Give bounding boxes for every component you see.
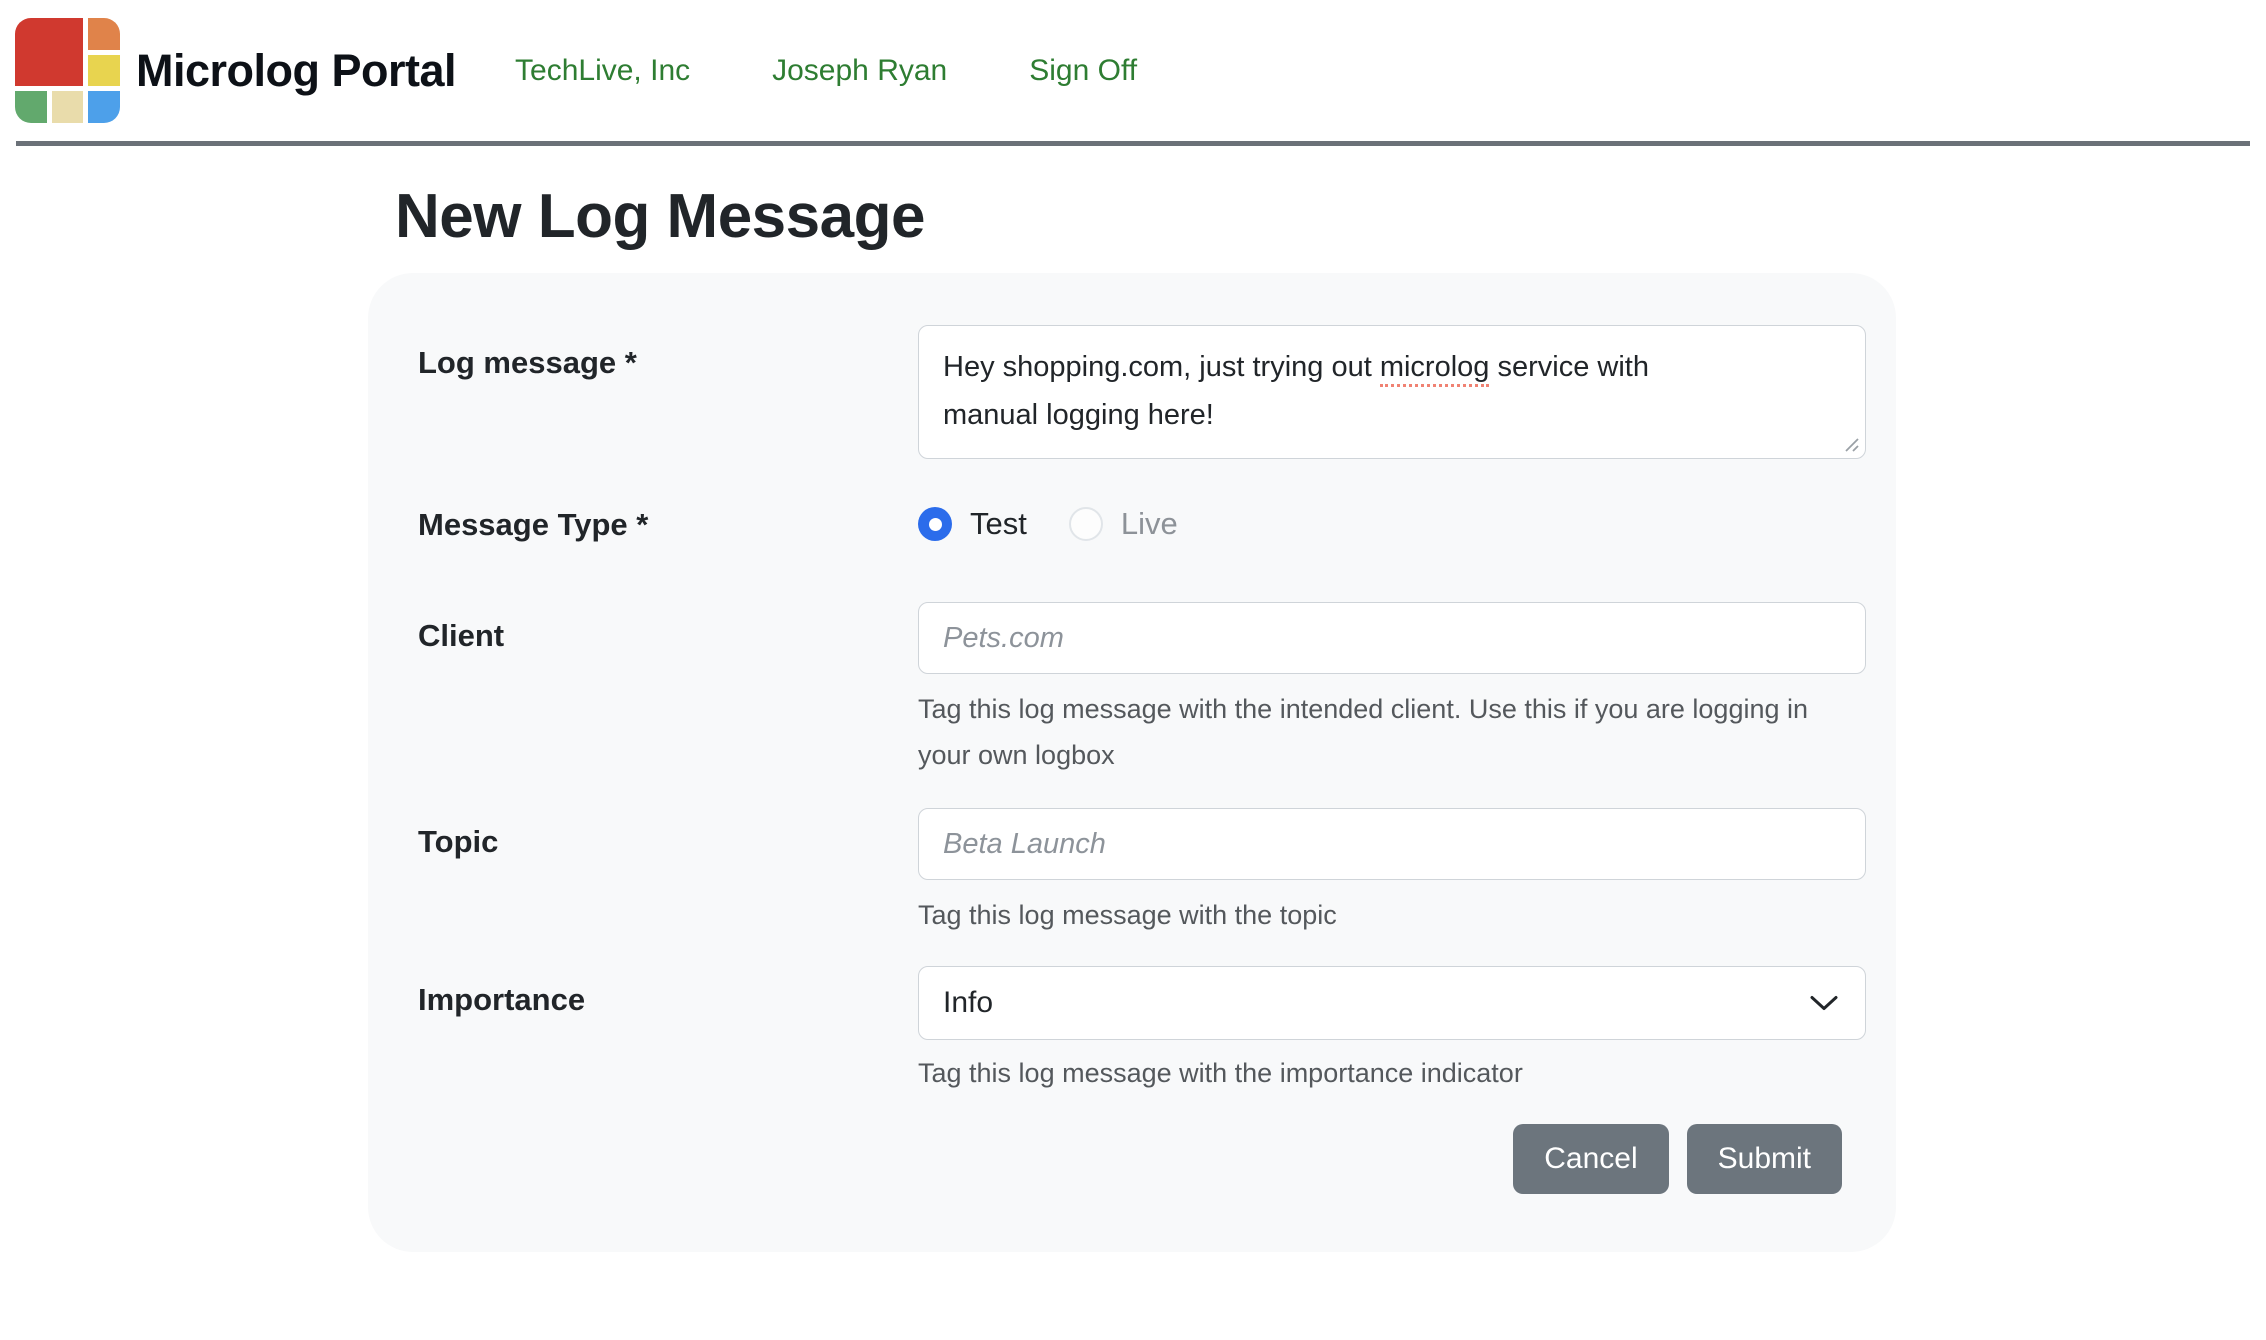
- importance-label: Importance: [418, 966, 918, 1096]
- logo-cell-tan: [52, 91, 84, 123]
- log-message-textarea[interactable]: Hey shopping.com, just trying out microl…: [918, 325, 1866, 459]
- importance-help-text: Tag this log message with the importance…: [918, 1050, 1868, 1096]
- cancel-button[interactable]: Cancel: [1513, 1124, 1668, 1194]
- radio-live[interactable]: [1069, 507, 1103, 541]
- logo-cell-blue: [88, 91, 120, 123]
- chevron-down-icon: [1809, 995, 1839, 1012]
- radio-test-label[interactable]: Test: [970, 506, 1027, 542]
- radio-dot: [929, 518, 942, 531]
- header-divider: [16, 141, 2250, 146]
- page-title: New Log Message: [395, 181, 2266, 252]
- topic-help-text: Tag this log message with the topic: [918, 892, 1868, 938]
- resize-handle-icon[interactable]: [1842, 435, 1860, 453]
- client-label: Client: [418, 602, 918, 778]
- field-row-importance: Importance Info Tag this log message wit…: [418, 966, 1866, 1096]
- log-message-label: Log message *: [418, 325, 918, 459]
- field-row-actions: Cancel Submit: [418, 1124, 1866, 1194]
- brand-link[interactable]: Microlog Portal: [15, 18, 456, 123]
- importance-selected-value: Info: [943, 986, 993, 1020]
- client-help-text: Tag this log message with the intended c…: [918, 686, 1868, 778]
- radio-test[interactable]: [918, 507, 952, 541]
- field-row-log-message: Log message * Hey shopping.com, just try…: [418, 325, 1866, 459]
- message-type-label: Message Type *: [418, 495, 918, 550]
- client-input[interactable]: [918, 602, 1866, 674]
- misspelled-word: microlog: [1380, 351, 1490, 387]
- importance-select[interactable]: Info: [918, 966, 1866, 1040]
- message-type-radio-group: Test Live: [918, 498, 1866, 550]
- form-actions: Cancel Submit: [918, 1124, 1866, 1194]
- header-nav: TechLive, Inc Joseph Ryan Sign Off: [515, 54, 1137, 88]
- log-message-text: Hey shopping.com, just trying out: [943, 351, 1380, 383]
- field-row-topic: Topic Tag this log message with the topi…: [418, 808, 1866, 938]
- logo-cell-red: [15, 18, 83, 86]
- topic-label: Topic: [418, 808, 918, 938]
- radio-live-label[interactable]: Live: [1121, 506, 1178, 542]
- app-header: Microlog Portal TechLive, Inc Joseph Rya…: [0, 0, 2266, 141]
- nav-link-sign-off[interactable]: Sign Off: [1029, 54, 1137, 88]
- app-logo-icon: [15, 18, 120, 123]
- log-message-text: manual logging here!: [943, 399, 1214, 431]
- field-row-message-type: Message Type * Test Live: [418, 495, 1866, 550]
- logo-cell-orange: [88, 18, 120, 50]
- log-message-text: service with: [1489, 351, 1649, 383]
- main-content: New Log Message Log message * Hey shoppi…: [0, 181, 2266, 1252]
- submit-button[interactable]: Submit: [1687, 1124, 1842, 1194]
- brand-title: Microlog Portal: [136, 45, 456, 97]
- logo-cell-green: [15, 91, 47, 123]
- nav-link-user[interactable]: Joseph Ryan: [772, 54, 947, 88]
- logo-cell-yellow: [88, 55, 120, 87]
- topic-input[interactable]: [918, 808, 1866, 880]
- nav-link-company[interactable]: TechLive, Inc: [515, 54, 690, 88]
- form-card: Log message * Hey shopping.com, just try…: [368, 273, 1896, 1252]
- field-row-client: Client Tag this log message with the int…: [418, 602, 1866, 778]
